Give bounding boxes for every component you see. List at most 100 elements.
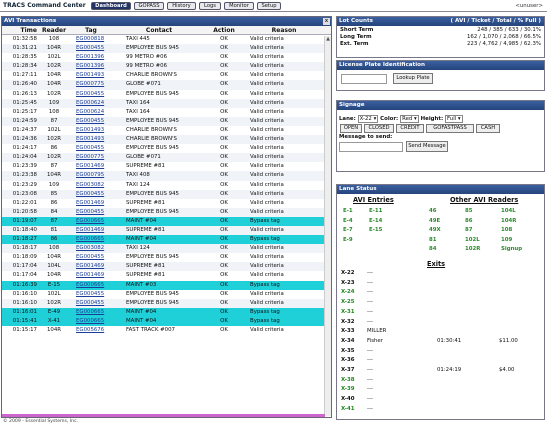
nav-setup[interactable]: Setup <box>257 2 281 10</box>
tag-link[interactable]: EG000455 <box>76 300 104 306</box>
entry-lane[interactable]: E-7 <box>343 227 353 233</box>
table-row[interactable]: 01:28:35 102L EG001396 99 METRO #06 OK Valid … <box>2 53 331 62</box>
tag-link[interactable]: EG000775 <box>76 154 104 160</box>
exit-row[interactable]: X-22 --- <box>341 269 541 279</box>
tag-link[interactable]: EG001469 <box>76 163 104 169</box>
table-row[interactable]: 01:15:41 X-41 EG000665 MAINT #04 OK Bypass ta… <box>2 316 331 326</box>
reader-code[interactable]: 108 <box>501 227 512 233</box>
exit-row[interactable]: X-25 --- <box>341 298 541 308</box>
table-row[interactable]: 01:24:17 86 EG000455 EMPLOYEE BUS 945 OK Vali… <box>2 144 331 153</box>
height-select[interactable]: Full ▾ <box>445 115 463 123</box>
col-time[interactable]: Time <box>2 26 40 34</box>
tag-link[interactable]: EG000455 <box>76 45 104 51</box>
table-row[interactable]: 01:23:39 87 EG001469 SUPREME #81 OK Valid cri… <box>2 162 331 171</box>
reader-code[interactable]: 104R <box>501 218 516 224</box>
col-contact[interactable]: Contact <box>114 26 204 34</box>
credit-button[interactable]: CREDIT <box>396 124 424 133</box>
table-row[interactable]: 01:22:01 86 EG001469 SUPREME #81 OK Valid cri… <box>2 199 331 208</box>
table-row[interactable]: 01:19:07 87 EG000665 MAINT #04 OK Bypass tag <box>2 216 331 226</box>
col-reason[interactable]: Reason <box>244 26 324 34</box>
color-select[interactable]: Red ▾ <box>400 115 419 123</box>
tag-link[interactable]: EG000795 <box>76 172 104 178</box>
exit-row[interactable]: X-39 --- <box>341 385 541 395</box>
tag-link[interactable]: EG001469 <box>76 227 104 233</box>
tag-link[interactable]: EG000624 <box>76 109 104 115</box>
reader-code[interactable]: Signup <box>501 246 522 252</box>
tag-link[interactable]: EG001396 <box>76 54 104 60</box>
tag-link[interactable]: EG000665 <box>76 309 104 315</box>
exit-row[interactable]: X-33 MILLER <box>341 327 541 337</box>
table-row[interactable]: 01:24:04 102R EG000775 GLOBE #071 OK Valid cr… <box>2 153 331 163</box>
table-row[interactable]: 01:18:27 86 EG000665 MAINT #04 OK Bypass tag <box>2 235 331 245</box>
avi-scrollbar[interactable]: ▲ <box>324 36 331 416</box>
exit-row[interactable]: X-37 --- 01:24:19 $4.00 <box>341 366 541 376</box>
tag-link[interactable]: EG003082 <box>76 245 104 251</box>
table-row[interactable]: 01:23:08 85 EG000455 EMPLOYEE BUS 945 OK Vali… <box>2 189 331 199</box>
exit-row[interactable]: X-40 --- <box>341 395 541 405</box>
tag-link[interactable]: EG005676 <box>76 327 104 333</box>
tag-link[interactable]: EG001493 <box>76 72 104 78</box>
reader-code[interactable]: 49E <box>429 218 440 224</box>
table-row[interactable]: 01:16:10 102R EG000455 EMPLOYEE BUS 945 OK Va… <box>2 298 331 308</box>
user-name[interactable]: <unuser> <box>515 3 543 9</box>
nav-logs[interactable]: Logs <box>199 2 221 10</box>
table-row[interactable]: 01:24:59 87 EG000455 EMPLOYEE BUS 945 OK Vali… <box>2 116 331 126</box>
lane-select[interactable]: X-22 ▾ <box>357 115 379 123</box>
table-row[interactable]: 01:16:01 E-49 EG000665 MAINT #04 OK Bypass ta… <box>2 307 331 317</box>
cash-button[interactable]: CASH <box>476 124 500 133</box>
exit-row[interactable]: X-34 Fisher 01:30:41 $11.00 <box>341 337 541 347</box>
exit-row[interactable]: X-35 --- <box>341 347 541 357</box>
tag-link[interactable]: EG001469 <box>76 200 104 206</box>
tag-link[interactable]: EG000665 <box>76 318 104 324</box>
reader-code[interactable]: 49X <box>429 227 441 233</box>
reader-code[interactable]: 104L <box>501 208 516 214</box>
tag-link[interactable]: EG001493 <box>76 136 104 142</box>
reader-code[interactable]: 85 <box>465 208 473 214</box>
gofastpass-button[interactable]: GOFASTPASS <box>426 124 474 133</box>
nav-gopass[interactable]: GOPASS <box>134 2 164 10</box>
table-row[interactable]: 01:26:40 104R EG000775 GLOBE #071 OK Valid cr… <box>2 80 331 90</box>
tag-link[interactable]: EG000455 <box>76 145 104 151</box>
table-row[interactable]: 01:25:17 108 EG000624 TAXI 164 OK Valid crite… <box>2 108 331 117</box>
table-row[interactable]: 01:23:38 104R EG000795 TAXI 408 OK Valid crit… <box>2 171 331 181</box>
entry-lane[interactable]: E-1 <box>343 208 353 214</box>
reader-code[interactable]: 102L <box>465 237 480 243</box>
tag-link[interactable]: EG000665 <box>76 236 104 242</box>
open-button[interactable]: OPEN <box>340 124 362 133</box>
col-reader[interactable]: Reader <box>40 26 68 34</box>
reader-code[interactable]: 102R <box>465 246 480 252</box>
tag-link[interactable]: EG000455 <box>76 254 104 260</box>
tag-link[interactable]: EG000624 <box>76 100 104 106</box>
col-tag[interactable]: Tag <box>68 26 114 34</box>
reader-code[interactable]: 46 <box>429 208 437 214</box>
tag-link[interactable]: EG000775 <box>76 81 104 87</box>
entry-lane[interactable]: E-4 <box>343 218 353 224</box>
tag-link[interactable]: EG000455 <box>76 291 104 297</box>
table-row[interactable]: 01:18:40 81 EG001469 SUPREME #81 OK Valid cri… <box>2 225 331 236</box>
entry-lane[interactable]: E-11 <box>369 208 382 214</box>
close-icon[interactable]: x <box>323 18 330 25</box>
table-row[interactable]: 01:31:21 104R EG000455 EMPLOYEE BUS 945 OK Va… <box>2 44 331 54</box>
reader-code[interactable]: 109 <box>501 237 512 243</box>
tag-link[interactable]: EG000455 <box>76 118 104 124</box>
tag-link[interactable]: EG001396 <box>76 63 104 69</box>
table-row[interactable]: 01:18:17 108 EG003082 TAXI 124 OK Valid crite… <box>2 244 331 254</box>
nav-dashboard[interactable]: Dashboard <box>91 2 131 10</box>
table-row[interactable]: 01:23:29 109 EG003082 TAXI 124 OK Valid crite… <box>2 181 331 190</box>
table-row[interactable]: 01:26:13 102R EG000455 EMPLOYEE BUS 945 OK Va… <box>2 90 331 99</box>
reader-code[interactable]: 87 <box>465 227 473 233</box>
send-message-button[interactable]: Send Message <box>406 141 448 152</box>
table-row[interactable]: 01:25:45 109 EG000624 TAXI 164 OK Valid crite… <box>2 98 331 108</box>
tag-link[interactable]: EG001493 <box>76 127 104 133</box>
tag-link[interactable]: EG000455 <box>76 91 104 97</box>
exit-row[interactable]: X-36 --- <box>341 356 541 366</box>
message-input[interactable] <box>339 142 403 152</box>
exit-row[interactable]: X-32 --- <box>341 318 541 328</box>
table-row[interactable]: 01:15:17 104R EG005676 FAST TRACK #007 OK Val… <box>2 326 331 335</box>
table-row[interactable]: 01:17:04 104L EG001469 SUPREME #81 OK Valid c… <box>2 262 331 272</box>
entry-lane[interactable]: E-9 <box>343 237 353 243</box>
entry-lane[interactable]: E-14 <box>369 218 382 224</box>
plate-input[interactable] <box>341 74 387 84</box>
exit-row[interactable]: X-23 --- <box>341 279 541 289</box>
exit-row[interactable]: X-24 --- <box>341 288 541 298</box>
